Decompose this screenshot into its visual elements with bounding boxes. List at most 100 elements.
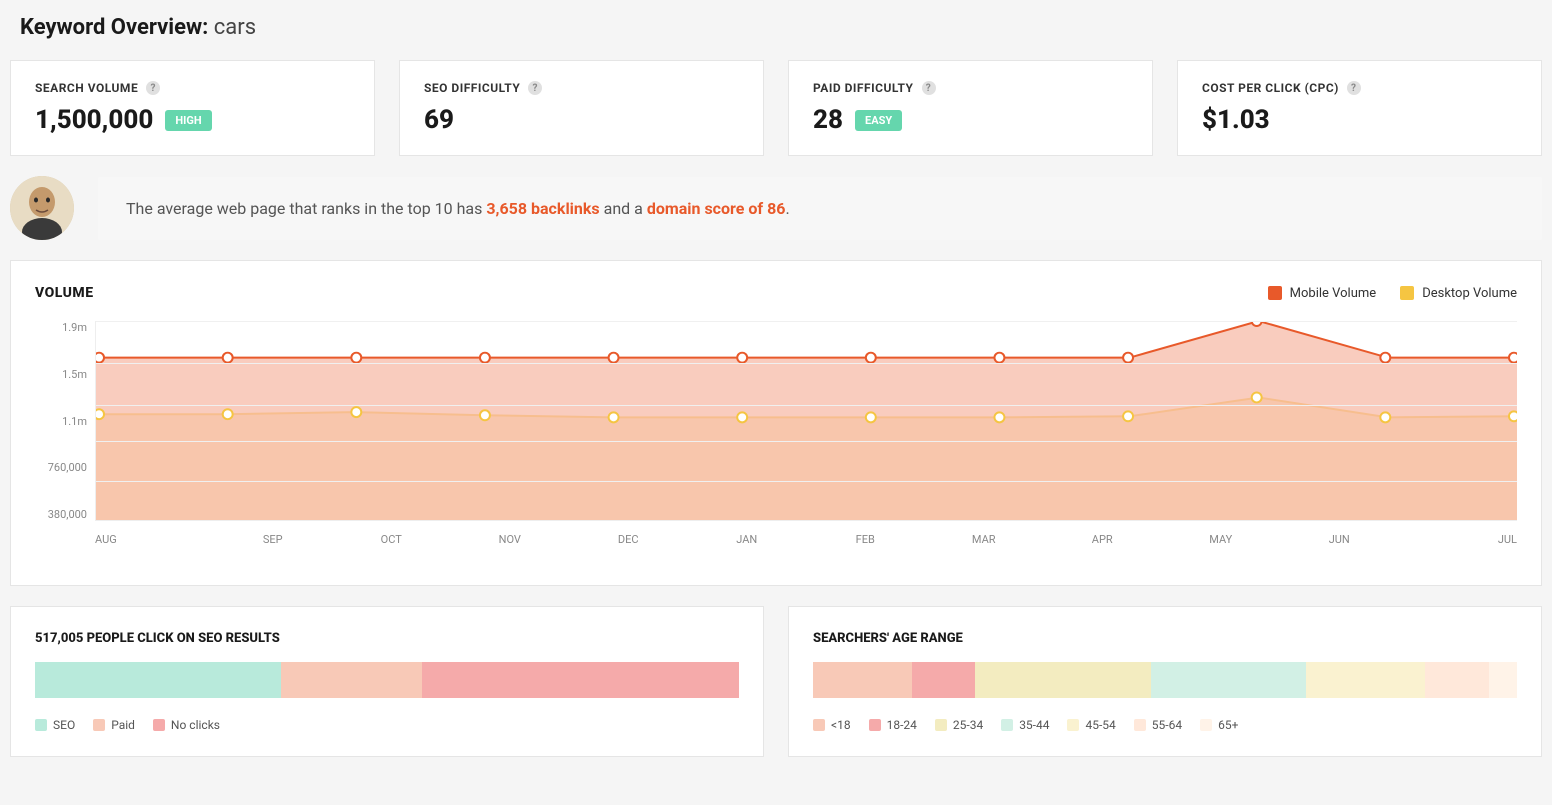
help-icon[interactable]: ? xyxy=(146,81,160,95)
y-tick: 1.5m xyxy=(35,368,87,381)
title-keyword: cars xyxy=(214,15,256,40)
legend-item[interactable]: <18 xyxy=(813,718,851,732)
legend-swatch xyxy=(813,719,825,731)
legend-item[interactable]: No clicks xyxy=(153,718,220,732)
age-bar xyxy=(813,662,1517,698)
x-tick: JUL xyxy=(1399,533,1518,546)
help-icon[interactable]: ? xyxy=(922,81,936,95)
x-tick: DEC xyxy=(569,533,688,546)
legend-item[interactable]: 35-44 xyxy=(1001,718,1049,732)
legend-swatch xyxy=(935,719,947,731)
legend-label: <18 xyxy=(831,718,851,732)
legend-label: SEO xyxy=(53,718,75,732)
seo-difficulty-value: 69 xyxy=(424,105,454,135)
badge-easy: EASY xyxy=(855,110,902,131)
age-panel: SEARCHERS' AGE RANGE <18 18-24 25-34 35-44 4… xyxy=(788,606,1542,757)
legend-desktop[interactable]: Desktop Volume xyxy=(1400,286,1517,301)
insight-bubble: The average web page that ranks in the t… xyxy=(98,177,1542,240)
x-tick: OCT xyxy=(332,533,451,546)
age-title: SEARCHERS' AGE RANGE xyxy=(813,631,1517,646)
legend-item[interactable]: 45-54 xyxy=(1067,718,1115,732)
search-volume-value: 1,500,000 xyxy=(35,105,153,135)
legend-label: No clicks xyxy=(171,718,220,732)
x-tick: MAY xyxy=(1162,533,1281,546)
card-paid-difficulty: PAID DIFFICULTY ? 28 EASY xyxy=(788,60,1153,156)
legend-item[interactable]: 65+ xyxy=(1200,718,1238,732)
help-icon[interactable]: ? xyxy=(528,81,542,95)
y-axis: 1.9m1.5m1.1m760,000380,000 xyxy=(35,321,95,521)
plot-area xyxy=(95,321,1517,521)
legend-label: 65+ xyxy=(1218,718,1238,732)
x-tick: AUG xyxy=(95,533,214,546)
legend-label: 45-54 xyxy=(1085,718,1115,732)
chart-svg xyxy=(96,321,1517,520)
x-tick: MAR xyxy=(925,533,1044,546)
bar-segment xyxy=(813,662,912,698)
insight-row: The average web page that ranks in the t… xyxy=(10,176,1542,240)
gridline xyxy=(96,481,1517,482)
insight-prefix: The average web page that ranks in the t… xyxy=(126,199,486,218)
bar-segment xyxy=(1151,662,1306,698)
legend-swatch xyxy=(1200,719,1212,731)
legend-item[interactable]: 55-64 xyxy=(1134,718,1182,732)
insight-backlinks: 3,658 backlinks xyxy=(486,199,599,218)
insight-suffix: . xyxy=(785,199,789,218)
avatar xyxy=(10,176,74,240)
gridline xyxy=(96,441,1517,442)
page-title: Keyword Overview: cars xyxy=(10,0,1542,60)
card-seo-difficulty: SEO DIFFICULTY ? 69 xyxy=(399,60,764,156)
title-prefix: Keyword Overview: xyxy=(20,15,208,40)
legend-swatch xyxy=(93,719,105,731)
bar-segment xyxy=(422,662,739,698)
x-tick: SEP xyxy=(214,533,333,546)
y-tick: 1.9m xyxy=(35,321,87,334)
x-tick: NOV xyxy=(451,533,570,546)
volume-panel: VOLUME Mobile Volume Desktop Volume 1.9m… xyxy=(10,260,1542,586)
legend-swatch xyxy=(1134,719,1146,731)
x-tick: JUN xyxy=(1280,533,1399,546)
bar-segment xyxy=(1306,662,1426,698)
legend-swatch xyxy=(1067,719,1079,731)
legend-label-mobile: Mobile Volume xyxy=(1290,286,1377,301)
legend-item[interactable]: SEO xyxy=(35,718,75,732)
card-label: COST PER CLICK (CPC) ? xyxy=(1202,81,1517,95)
bar-segment xyxy=(1425,662,1488,698)
label-text: COST PER CLICK (CPC) xyxy=(1202,81,1339,95)
insight-middle: and a xyxy=(600,199,647,218)
badge-high: HIGH xyxy=(165,110,211,131)
legend-mobile[interactable]: Mobile Volume xyxy=(1268,286,1377,301)
x-tick: JAN xyxy=(688,533,807,546)
legend-swatch xyxy=(35,719,47,731)
insight-domain-score: domain score of 86 xyxy=(647,199,786,218)
volume-chart: 1.9m1.5m1.1m760,000380,000 AUGSEPOCTNOVD… xyxy=(35,321,1517,561)
clicks-legend: SEO Paid No clicks xyxy=(35,718,739,732)
legend-label: Paid xyxy=(111,718,135,732)
avatar-placeholder-icon xyxy=(10,176,74,240)
y-tick: 1.1m xyxy=(35,415,87,428)
cpc-value: $1.03 xyxy=(1202,105,1270,135)
legend-item[interactable]: Paid xyxy=(93,718,135,732)
legend-item[interactable]: 25-34 xyxy=(935,718,983,732)
card-label: SEO DIFFICULTY ? xyxy=(424,81,739,95)
legend-swatch xyxy=(1001,719,1013,731)
legend-swatch-desktop xyxy=(1400,286,1414,300)
x-tick: FEB xyxy=(806,533,925,546)
bottom-row: 517,005 PEOPLE CLICK ON SEO RESULTS SEO P… xyxy=(10,606,1542,757)
y-tick: 760,000 xyxy=(35,461,87,474)
x-tick: APR xyxy=(1043,533,1162,546)
legend-swatch xyxy=(153,719,165,731)
card-search-volume: SEARCH VOLUME ? 1,500,000 HIGH xyxy=(10,60,375,156)
clicks-bar xyxy=(35,662,739,698)
card-cpc: COST PER CLICK (CPC) ? $1.03 xyxy=(1177,60,1542,156)
bar-segment xyxy=(912,662,975,698)
label-text: PAID DIFFICULTY xyxy=(813,81,914,95)
legend-item[interactable]: 18-24 xyxy=(869,718,917,732)
clicks-title: 517,005 PEOPLE CLICK ON SEO RESULTS xyxy=(35,631,739,646)
legend-swatch-mobile xyxy=(1268,286,1282,300)
legend-label: 18-24 xyxy=(887,718,917,732)
gridline xyxy=(96,405,1517,406)
card-label: SEARCH VOLUME ? xyxy=(35,81,350,95)
legend-label: 25-34 xyxy=(953,718,983,732)
gridline xyxy=(96,321,1517,322)
help-icon[interactable]: ? xyxy=(1347,81,1361,95)
